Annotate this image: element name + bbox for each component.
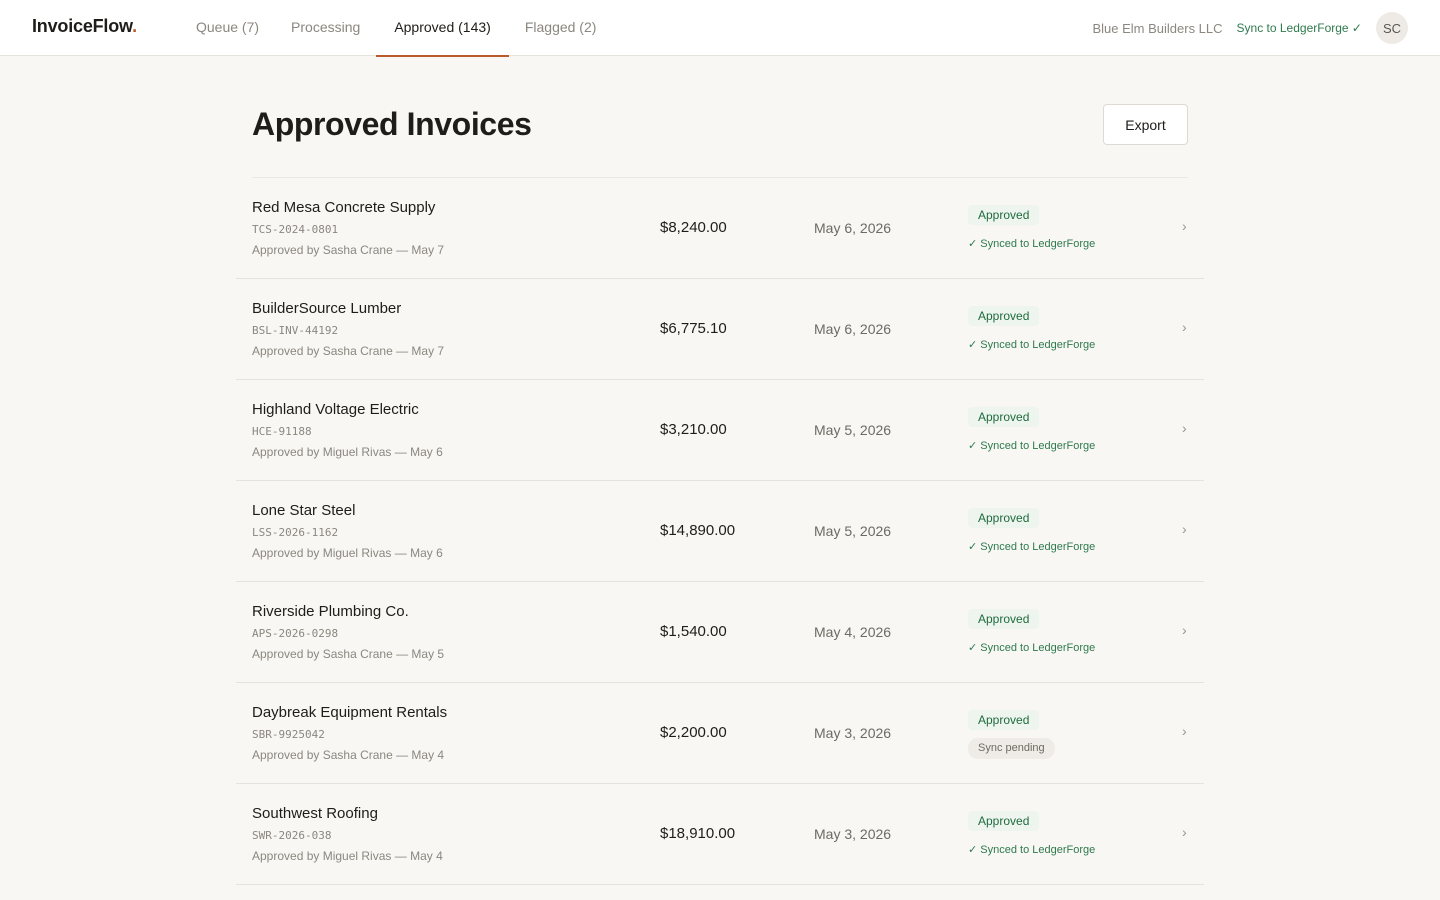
invoice-number: HCE-91188	[252, 425, 312, 438]
invoice-number: SWR-2026-038	[252, 829, 332, 842]
vendor-name: Daybreak Equipment Rentals	[252, 704, 448, 721]
invoice-date: May 4, 2026	[814, 624, 892, 640]
vendor-name: BuilderSource Lumber	[252, 300, 402, 317]
account-area: Blue Elm Builders LLC Sync to LedgerForg…	[1092, 12, 1408, 44]
invoice-row[interactable]: Lone Star Steel LSS-2026-1162 Approved by …	[236, 481, 1204, 582]
sync-status-text: ✓ Synced to LedgerForge	[968, 440, 1096, 452]
invoice-amount: $1,540.00	[660, 623, 727, 640]
sync-status-text: ✓ Synced to LedgerForge	[968, 238, 1096, 250]
chevron-right-icon: ›	[1182, 723, 1187, 739]
sync-status-link[interactable]: Sync to LedgerForge ✓	[1237, 21, 1362, 35]
chevron-right-icon: ›	[1182, 824, 1187, 840]
invoice-date: May 5, 2026	[814, 422, 892, 438]
invoice-amount: $14,890.00	[660, 522, 736, 539]
approval-info: Approved by Miguel Rivas — May 6	[252, 445, 443, 459]
sync-status-text: ✓ Synced to LedgerForge	[968, 541, 1096, 553]
invoice-row[interactable]: Daybreak Equipment Rentals SBR-9925042 App…	[236, 683, 1204, 784]
avatar[interactable]: SC	[1376, 12, 1408, 44]
vendor-name: Highland Voltage Electric	[252, 401, 419, 418]
approval-info: Approved by Sasha Crane — May 4	[252, 748, 445, 762]
chevron-right-icon: ›	[1182, 420, 1187, 436]
export-button[interactable]: Export	[1103, 104, 1188, 145]
tab-processing[interactable]: Processing	[275, 0, 376, 56]
vendor-name: Lone Star Steel	[252, 502, 356, 519]
sync-status-text: ✓ Synced to LedgerForge	[968, 642, 1096, 654]
invoice-number: APS-2026-0298	[252, 627, 339, 640]
approval-info: Approved by Sasha Crane — May 7	[252, 243, 445, 257]
chevron-right-icon: ›	[1182, 218, 1187, 234]
invoice-number: BSL-INV-44192	[252, 324, 339, 337]
invoice-date: May 6, 2026	[814, 321, 892, 337]
sync-status-text: ✓ Synced to LedgerForge	[968, 844, 1096, 856]
invoice-number: LSS-2026-1162	[252, 526, 339, 539]
chevron-right-icon: ›	[1182, 521, 1187, 537]
page-title: Approved Invoices	[252, 106, 532, 142]
status-badge: Approved	[968, 407, 1040, 427]
vendor-name: Riverside Plumbing Co.	[252, 603, 409, 620]
invoice-row[interactable]: Highland Voltage Electric HCE-91188 Approv…	[236, 380, 1204, 481]
status-badge: Approved	[968, 508, 1040, 528]
sync-status-text: ✓ Synced to LedgerForge	[968, 339, 1096, 351]
vendor-name: Red Mesa Concrete Supply	[252, 199, 436, 216]
company-name: Blue Elm Builders LLC	[1092, 20, 1223, 36]
invoice-amount: $2,200.00	[660, 724, 727, 741]
tab-queue[interactable]: Queue (7)	[180, 0, 275, 56]
tab-approved[interactable]: Approved (143)	[376, 0, 509, 57]
invoice-list: Red Mesa Concrete Supply TCS-2024-0801 App…	[236, 178, 1204, 885]
invoice-amount: $3,210.00	[660, 421, 727, 438]
invoice-row[interactable]: BuilderSource Lumber BSL-INV-44192 Approve…	[236, 279, 1204, 380]
invoice-row[interactable]: Riverside Plumbing Co. APS-2026-0298 Appro…	[236, 582, 1204, 683]
chevron-right-icon: ›	[1182, 622, 1187, 638]
invoice-row[interactable]: Southwest Roofing SWR-2026-038 Approved by…	[236, 784, 1204, 885]
main-content: Approved Invoices Export Red Mesa Concre…	[0, 56, 1440, 900]
approval-info: Approved by Miguel Rivas — May 4	[252, 849, 443, 863]
chevron-right-icon: ›	[1182, 319, 1187, 335]
approval-info: Approved by Sasha Crane — May 5	[252, 647, 445, 661]
status-tabs: Queue (7) Processing Approved (143) Flag…	[180, 0, 613, 57]
status-badge: Approved	[968, 609, 1040, 629]
status-badge: Approved	[968, 710, 1040, 730]
invoice-amount: $8,240.00	[660, 219, 727, 236]
status-badge: Approved	[968, 205, 1040, 225]
invoice-date: May 3, 2026	[814, 826, 892, 842]
invoice-amount: $6,775.10	[660, 320, 727, 337]
invoice-number: TCS-2024-0801	[252, 223, 339, 236]
app-logo[interactable]: InvoiceFlow.	[32, 16, 137, 37]
sync-pending-badge: Sync pending	[968, 738, 1055, 759]
invoice-date: May 5, 2026	[814, 523, 892, 539]
status-badge: Approved	[968, 306, 1040, 326]
top-nav-bar: InvoiceFlow. Queue (7) Processing Approv…	[0, 0, 1440, 57]
approval-info: Approved by Miguel Rivas — May 6	[252, 546, 443, 560]
status-badge: Approved	[968, 811, 1040, 831]
tab-flagged[interactable]: Flagged (2)	[509, 0, 613, 56]
approval-info: Approved by Sasha Crane — May 7	[252, 344, 445, 358]
invoice-date: May 3, 2026	[814, 725, 892, 741]
invoice-date: May 6, 2026	[814, 220, 892, 236]
invoice-number: SBR-9925042	[252, 728, 325, 741]
logo-dot: .	[132, 16, 137, 36]
vendor-name: Southwest Roofing	[252, 805, 378, 822]
logo-text: InvoiceFlow	[32, 16, 133, 36]
invoice-amount: $18,910.00	[660, 825, 736, 842]
invoice-row[interactable]: Red Mesa Concrete Supply TCS-2024-0801 App…	[236, 178, 1204, 279]
